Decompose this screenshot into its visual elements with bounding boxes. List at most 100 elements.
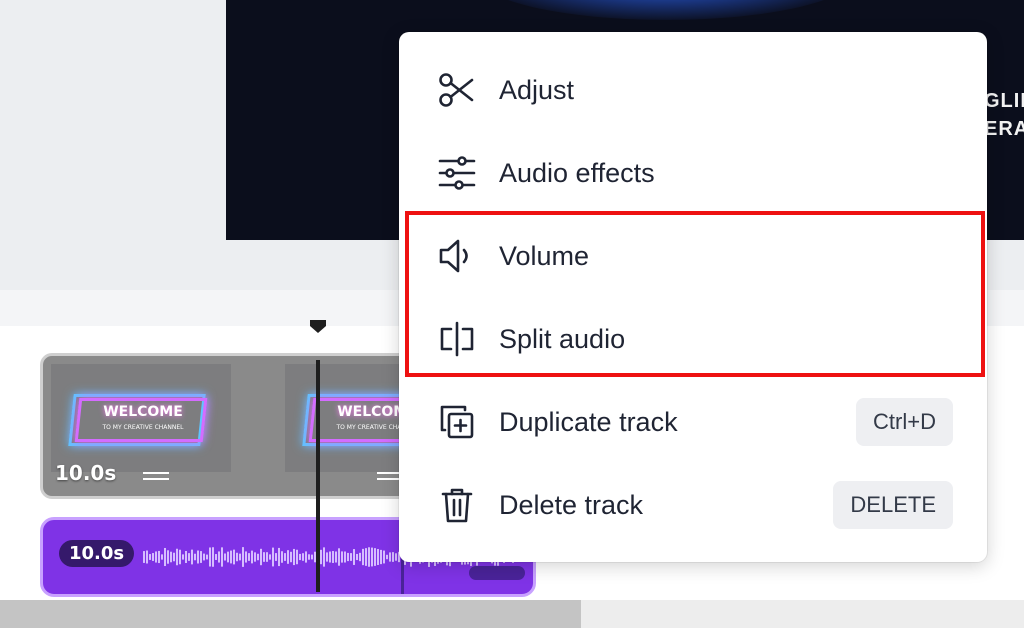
waveform-bar <box>281 551 283 563</box>
waveform-bar <box>182 554 184 560</box>
waveform-bar <box>185 551 187 563</box>
waveform-bar <box>383 550 385 564</box>
waveform-bar <box>377 549 379 565</box>
waveform-bar <box>380 549 382 565</box>
playhead-line[interactable] <box>316 360 320 592</box>
waveform-bar <box>299 553 301 561</box>
waveform-bar <box>152 553 154 561</box>
thumbnail-subtitle: TO MY CREATIVE CHANNEL <box>102 424 184 431</box>
waveform-bar <box>161 554 163 560</box>
menu-item-label: Duplicate track <box>499 406 678 437</box>
waveform-bar <box>245 551 247 563</box>
waveform-bar <box>362 548 364 566</box>
menu-item-adjust[interactable]: Adjust <box>399 50 987 130</box>
preview-title-line-2: ERAP <box>984 118 1024 140</box>
waveform-bar <box>278 547 280 567</box>
menu-item-duplicate-track[interactable]: Duplicate track Ctrl+D <box>399 382 987 462</box>
highlight-annotation <box>405 211 985 377</box>
waveform-bar <box>212 547 214 567</box>
waveform-bar <box>155 551 157 563</box>
waveform-bar <box>293 548 295 566</box>
scissors-icon <box>435 68 479 112</box>
clip-thumbnail: WELCOME TO MY CREATIVE CHANNEL <box>51 364 231 472</box>
waveform-bar <box>392 552 394 562</box>
waveform-bar <box>179 549 181 565</box>
waveform-bar <box>158 550 160 564</box>
waveform-bar <box>323 547 325 567</box>
waveform-bar <box>335 551 337 563</box>
waveform-bar <box>347 552 349 562</box>
waveform-bar <box>215 554 217 560</box>
waveform-bar <box>146 550 148 564</box>
waveform-bar <box>341 551 343 563</box>
waveform-bar <box>305 551 307 563</box>
menu-item-audio-effects[interactable]: Audio effects <box>399 133 987 213</box>
waveform-bar <box>275 553 277 561</box>
audio-clip-duration: 10.0s <box>59 540 135 567</box>
waveform-bar <box>386 554 388 560</box>
waveform-bar <box>329 551 331 563</box>
waveform-bar <box>326 552 328 562</box>
waveform-bar <box>365 548 367 566</box>
waveform-bar <box>176 548 178 566</box>
menu-item-label: Delete track <box>499 489 644 520</box>
waveform-bar <box>254 552 256 562</box>
waveform-bar <box>206 554 208 560</box>
trash-icon <box>435 483 479 527</box>
duplicate-icon <box>435 400 479 444</box>
thumbnail-title: WELCOME <box>103 404 183 420</box>
waveform-bar <box>251 550 253 564</box>
sliders-icon <box>435 151 479 195</box>
waveform-bar <box>311 554 313 560</box>
waveform-bar <box>209 547 211 567</box>
video-clip-duration: 10.0s <box>55 461 117 485</box>
waveform-bar <box>302 553 304 561</box>
waveform-bar <box>296 549 298 565</box>
waveform-bar <box>218 551 220 563</box>
waveform-bar <box>263 552 265 562</box>
waveform-bar <box>353 549 355 565</box>
waveform-bar <box>236 552 238 562</box>
waveform-bar <box>200 551 202 563</box>
waveform-bar <box>224 553 226 561</box>
waveform-bar <box>203 553 205 561</box>
waveform-bar <box>239 553 241 561</box>
waveform-bar <box>266 552 268 562</box>
playhead-handle[interactable] <box>308 318 328 334</box>
waveform-bar <box>197 550 199 564</box>
waveform-bar <box>338 548 340 566</box>
waveform-bar <box>395 553 397 561</box>
waveform-bar <box>308 554 310 560</box>
waveform-bar <box>170 551 172 563</box>
waveform-bar <box>344 551 346 563</box>
waveform-bar <box>368 547 370 567</box>
waveform-bar <box>350 553 352 561</box>
waveform-bar <box>320 549 322 565</box>
waveform-bar <box>371 547 373 567</box>
waveform-bar <box>269 554 271 560</box>
waveform-bar <box>230 550 232 564</box>
waveform-bar <box>287 550 289 564</box>
menu-item-delete-track[interactable]: Delete track DELETE <box>399 465 987 545</box>
waveform-bar <box>374 548 376 566</box>
video-clip[interactable]: WELCOME TO MY CREATIVE CHANNEL WELCOME T… <box>40 353 440 499</box>
waveform-bar <box>389 552 391 562</box>
menu-item-label: Audio effects <box>499 157 655 188</box>
waveform-bar <box>221 547 223 567</box>
waveform-bar <box>248 553 250 561</box>
shortcut-badge: Ctrl+D <box>856 398 953 446</box>
waveform-bar <box>233 549 235 565</box>
preview-title-line-1: GLIF <box>984 90 1024 112</box>
waveform-bar <box>191 549 193 565</box>
waveform-bar <box>272 547 274 567</box>
waveform-bar <box>260 548 262 566</box>
waveform-bar <box>173 552 175 562</box>
timeline-scrollbar-thumb[interactable] <box>0 600 581 628</box>
waveform-bar <box>227 551 229 563</box>
waveform-bar <box>356 553 358 561</box>
waveform-bar <box>290 551 292 563</box>
waveform-bar <box>257 553 259 561</box>
clip-drag-grip-icon[interactable] <box>143 472 169 480</box>
waveform-bar <box>284 553 286 561</box>
audio-trim-handle[interactable] <box>469 566 525 580</box>
